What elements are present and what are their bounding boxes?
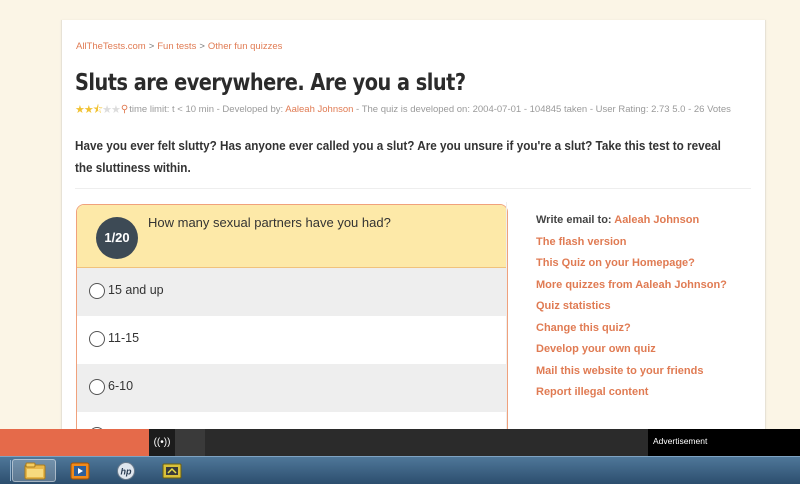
tool-app-icon [162, 463, 182, 479]
question-header: 1/20 How many sexual partners have you h… [77, 205, 507, 268]
radio-button[interactable] [89, 379, 105, 395]
answer-label: 6-10 [108, 379, 134, 393]
taskbar: hp [0, 456, 800, 484]
email-prefix: Write email to: [536, 214, 615, 226]
email-author-link[interactable]: Aaleah Johnson [614, 214, 699, 226]
meta-prefix: time limit: t < 10 min - Developed by: [129, 104, 286, 115]
quiz-card: AllTheTests.com > Fun tests > Other fun quiz… [61, 20, 766, 446]
media-player-button[interactable] [58, 459, 102, 482]
answer-label: 11-15 [108, 331, 140, 345]
answer-option[interactable]: 11-15 [77, 316, 507, 364]
star-half-icon: ⯪ [92, 104, 103, 116]
change-quiz-link[interactable]: Change this quiz? [536, 322, 631, 334]
advertisement-label: Advertisement [648, 429, 800, 456]
ad-bar: ((•)) Advertisement [0, 429, 800, 456]
breadcrumb-home-link[interactable]: AllTheTests.com [76, 41, 146, 52]
question-text: How many sexual partners have you had? [148, 215, 391, 230]
report-content-link[interactable]: Report illegal content [536, 386, 648, 398]
file-explorer-icon [24, 462, 46, 480]
star-empty-icon: ★ [111, 104, 121, 116]
quiz-statistics-link[interactable]: Quiz statistics [536, 300, 611, 312]
answer-option[interactable]: 6-10 [77, 364, 507, 412]
answer-label: 15 and up [108, 283, 164, 297]
advertisement-text: Advertisement [653, 436, 708, 446]
ad-banner[interactable] [0, 429, 149, 456]
hp-icon: hp [117, 462, 135, 480]
divider [75, 188, 751, 189]
answer-option[interactable]: 15 and up [77, 268, 507, 316]
media-player-icon [70, 462, 90, 480]
question-panel: 1/20 How many sexual partners have you h… [76, 204, 508, 446]
broadcast-icon[interactable]: ((•)) [149, 429, 175, 456]
radio-button[interactable] [89, 331, 105, 347]
breadcrumb-separator: > [199, 41, 205, 52]
flash-version-link[interactable]: The flash version [536, 236, 626, 248]
breadcrumb-separator: > [148, 41, 155, 52]
author-link[interactable]: Aaleah Johnson [285, 104, 353, 115]
svg-text:hp: hp [121, 467, 132, 477]
develop-quiz-link[interactable]: Develop your own quiz [536, 343, 656, 355]
taskbar-edge [0, 460, 11, 481]
breadcrumb-fun-tests-link[interactable]: Fun tests [157, 41, 196, 52]
more-quizzes-link[interactable]: More quizzes from Aaleah Johnson? [536, 279, 727, 291]
quiz-sidebar: Write email to: Aaleah Johnson The flash… [536, 214, 746, 408]
star-full-icon: ★ [83, 104, 94, 116]
star-empty-icon: ★ [102, 104, 112, 116]
quiz-description: Have you ever felt slutty? Has anyone ev… [75, 138, 721, 175]
radio-button[interactable] [89, 283, 105, 299]
breadcrumb: AllTheTests.com > Fun tests > Other fun quiz… [76, 41, 282, 52]
ad-spacer [175, 429, 205, 456]
homepage-quiz-link[interactable]: This Quiz on your Homepage? [536, 257, 695, 269]
page-title: Sluts are everywhere. Are you a slut? [75, 70, 466, 96]
question-counter-badge: 1/20 [96, 217, 138, 259]
star-full-icon: ★ [75, 104, 85, 116]
breadcrumb-other-quizzes-link[interactable]: Other fun quizzes [208, 41, 282, 52]
hp-app-button[interactable]: hp [104, 459, 148, 482]
tool-app-button[interactable] [150, 459, 194, 482]
pin-icon: ⚲ [120, 104, 129, 115]
mail-friends-link[interactable]: Mail this website to your friends [536, 365, 703, 377]
column-divider [506, 202, 507, 430]
file-explorer-button[interactable] [12, 459, 56, 482]
meta-suffix: - The quiz is developed on: 2004-07-01 -… [353, 104, 731, 115]
rating-stars: ★★⯪★★ [75, 104, 121, 116]
quiz-meta: ★★⯪★★ ⚲time limit: t < 10 min - Develope… [75, 104, 750, 116]
email-author-item: Write email to: Aaleah Johnson [536, 214, 746, 236]
